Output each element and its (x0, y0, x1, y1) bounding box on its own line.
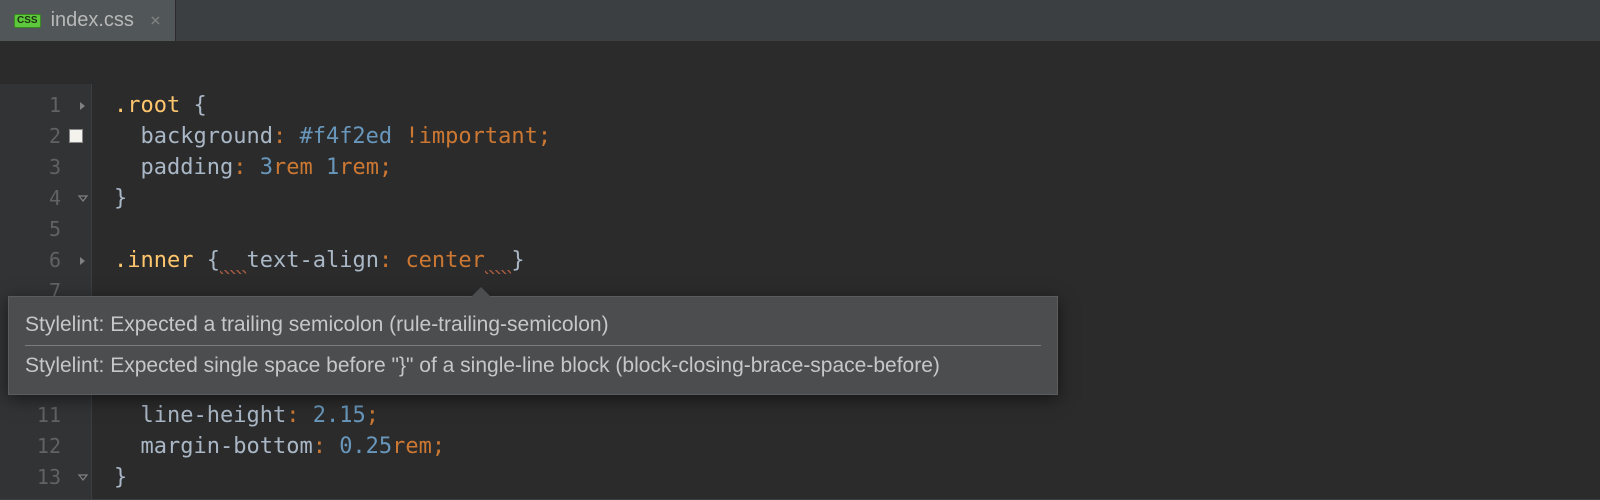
line-number: 1 (0, 90, 91, 121)
lint-warning-marker[interactable] (485, 245, 512, 276)
tooltip-pointer-icon (471, 287, 491, 297)
fold-close-icon[interactable] (77, 193, 89, 205)
line-number: 4 (0, 183, 91, 214)
line-number: 12 (0, 431, 91, 462)
line-number: 6 (0, 245, 91, 276)
line-number: 3 (0, 152, 91, 183)
fold-open-icon[interactable] (77, 100, 89, 112)
code-line[interactable]: margin-bottom: 0.25rem; (114, 431, 1600, 462)
code-line[interactable]: padding: 3rem 1rem; (114, 152, 1600, 183)
lint-warning-marker[interactable] (220, 245, 247, 276)
code-line[interactable]: background: #f4f2ed !important; (114, 121, 1600, 152)
code-line[interactable] (114, 214, 1600, 245)
code-line[interactable]: } (114, 183, 1600, 214)
code-line[interactable]: line-height: 2.15; (114, 400, 1600, 431)
code-line[interactable]: .root { (114, 90, 1600, 121)
code-content[interactable]: .root { background: #f4f2ed !important; … (92, 84, 1600, 499)
lint-tooltip: Stylelint: Expected a trailing semicolon… (8, 296, 1058, 395)
tooltip-divider (25, 345, 1041, 346)
file-tab[interactable]: CSS index.css × (0, 0, 176, 41)
code-editor[interactable]: 1 2 3 4 5 6 7 8 9 10 11 12 13 .root { ba… (0, 84, 1600, 499)
tab-filename: index.css (51, 9, 134, 32)
tooltip-message: Stylelint: Expected a trailing semicolon… (25, 307, 1041, 343)
code-line[interactable]: .inner { text-align: center } (114, 245, 1600, 276)
line-number: 5 (0, 214, 91, 245)
line-number: 2 (0, 121, 91, 152)
tooltip-message: Stylelint: Expected single space before … (25, 348, 1041, 384)
code-line[interactable]: } (114, 462, 1600, 493)
color-swatch-icon[interactable] (69, 129, 83, 143)
line-number: 11 (0, 400, 91, 431)
line-number: 13 (0, 462, 91, 493)
fold-close-icon[interactable] (77, 472, 89, 484)
line-number-gutter: 1 2 3 4 5 6 7 8 9 10 11 12 13 (0, 84, 92, 499)
css-file-icon: CSS (14, 14, 41, 28)
close-icon[interactable]: × (150, 10, 161, 31)
fold-open-icon[interactable] (77, 255, 89, 267)
tab-bar: CSS index.css × (0, 0, 1600, 42)
breadcrumb-bar (0, 42, 1600, 84)
